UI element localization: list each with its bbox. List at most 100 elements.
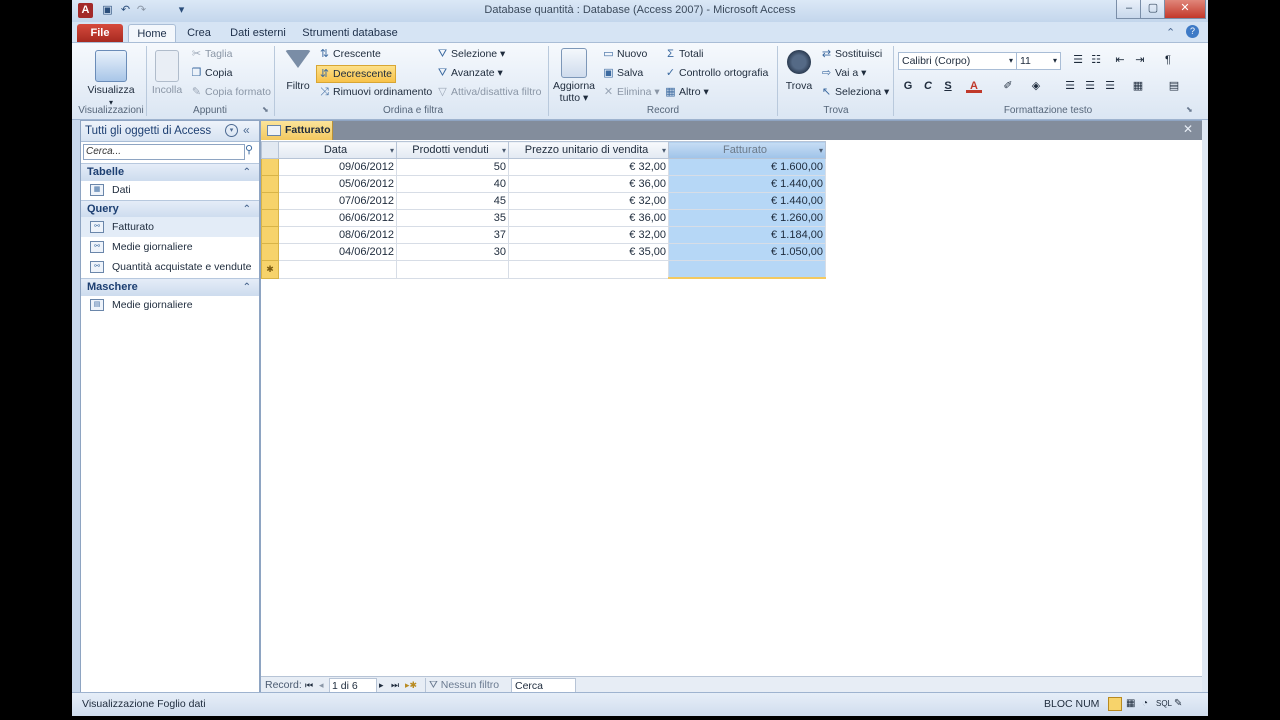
spelling-button[interactable]: ✓ Controllo ortografia — [664, 65, 768, 81]
close-document-icon[interactable]: ✕ — [1183, 122, 1193, 136]
numbered-list-icon[interactable]: ☷ — [1088, 52, 1104, 68]
increase-indent-icon[interactable]: ⇥ — [1132, 52, 1148, 68]
column-menu-icon[interactable]: ▾ — [390, 146, 394, 155]
cell-data[interactable]: 06/06/2012 — [278, 209, 397, 227]
delete-record-button[interactable]: ✕ Elimina ▾ — [602, 84, 660, 100]
cell-data[interactable]: 07/06/2012 — [278, 192, 397, 210]
advanced-button[interactable]: ⛛ Avanzate ▾ — [436, 65, 503, 81]
table-row[interactable]: 04/06/2012 30 € 35,00 € 1.050,00 — [261, 243, 826, 261]
view-button[interactable]: Visualizza ▾ — [82, 50, 140, 109]
refresh-all-button[interactable]: Aggiorna tutto ▾ — [552, 48, 596, 104]
new-record-button[interactable]: ▭ Nuovo — [602, 46, 647, 62]
nav-group-queries[interactable]: Query ⌃ — [81, 200, 259, 218]
cell-prodotti[interactable]: 50 — [396, 158, 509, 176]
paste-button[interactable]: Incolla — [150, 50, 184, 96]
save-record-button[interactable]: ▣ Salva — [602, 65, 643, 81]
table-row[interactable]: 07/06/2012 45 € 32,00 € 1.440,00 — [261, 192, 826, 210]
cell-fatturato[interactable]: € 1.184,00 — [668, 226, 826, 244]
column-menu-icon[interactable]: ▾ — [502, 146, 506, 155]
cell-fatturato[interactable]: € 1.600,00 — [668, 158, 826, 176]
tab-fatturato[interactable]: Fatturato — [261, 121, 333, 140]
nav-item-dati[interactable]: ▦ Dati — [81, 180, 259, 200]
more-button[interactable]: ▦ Altro ▾ — [664, 84, 709, 100]
nav-search-input[interactable]: Cerca... — [83, 144, 245, 160]
nav-group-forms[interactable]: Maschere ⌃ — [81, 278, 259, 296]
column-header-prezzo[interactable]: Prezzo unitario di vendita ▾ — [508, 141, 669, 159]
gridlines-icon[interactable]: ▦ — [1130, 78, 1146, 94]
filter-button[interactable]: Filtro — [280, 50, 316, 92]
next-record-icon[interactable]: ▸ — [379, 677, 384, 693]
clipboard-launcher-icon[interactable]: ⬊ — [262, 105, 269, 114]
datasheet[interactable]: Data ▾ Prodotti venduti ▾ Prezzo unitario … — [261, 141, 826, 279]
cell-prodotti[interactable] — [396, 260, 509, 279]
align-right-icon[interactable]: ☰ — [1102, 78, 1118, 94]
copy-button[interactable]: ❐ Copia — [190, 65, 233, 81]
text-format-launcher-icon[interactable]: ⬊ — [1186, 105, 1193, 114]
row-selector[interactable] — [261, 175, 279, 193]
select-all-cell[interactable] — [261, 141, 279, 159]
cell-prodotti[interactable]: 45 — [396, 192, 509, 210]
table-row[interactable]: 09/06/2012 50 € 32,00 € 1.600,00 — [261, 158, 826, 176]
cut-button[interactable]: ✂ Taglia — [190, 46, 233, 62]
new-record-icon[interactable]: ▸✱ — [405, 677, 417, 693]
underline-button[interactable]: S — [940, 78, 956, 94]
cell-prezzo[interactable] — [508, 260, 669, 279]
pivot-table-icon[interactable]: ▦ — [1126, 694, 1135, 714]
tab-file[interactable]: File — [77, 24, 123, 42]
help-icon[interactable]: ? — [1186, 25, 1199, 38]
italic-button[interactable]: C — [920, 78, 936, 94]
sql-view-icon[interactable]: SQL — [1156, 694, 1172, 714]
minimize-button[interactable]: – — [1116, 0, 1142, 19]
cell-data[interactable]: 09/06/2012 — [278, 158, 397, 176]
align-left-icon[interactable]: ☰ — [1062, 78, 1078, 94]
font-family-select[interactable]: Calibri (Corpo) ▾ — [898, 52, 1017, 70]
cell-fatturato[interactable]: € 1.260,00 — [668, 209, 826, 227]
nav-item-medie-giornaliere[interactable]: ⚯ Medie giornaliere — [81, 237, 259, 257]
sort-descending-button[interactable]: ⇵ Decrescente — [316, 65, 396, 83]
collapse-pane-icon[interactable]: « — [243, 123, 250, 137]
tab-dati-esterni[interactable]: Dati esterni — [224, 24, 292, 42]
last-record-icon[interactable]: ⏭ — [391, 677, 399, 693]
cell-prezzo[interactable]: € 32,00 — [508, 158, 669, 176]
column-menu-icon[interactable]: ▾ — [819, 146, 823, 155]
search-icon[interactable]: ⚲ — [245, 143, 253, 156]
nav-item-quantita[interactable]: ⚯ Quantità acquistate e vendute — [81, 257, 259, 277]
cell-data[interactable]: 08/06/2012 — [278, 226, 397, 244]
column-header-data[interactable]: Data ▾ — [278, 141, 397, 159]
cell-fatturato[interactable] — [668, 260, 826, 279]
cell-data[interactable]: 04/06/2012 — [278, 243, 397, 261]
maximize-button[interactable]: ▢ — [1140, 0, 1166, 19]
find-button[interactable]: Trova — [782, 50, 816, 92]
goto-button[interactable]: ⇨ Vai a ▾ — [820, 65, 866, 81]
table-row[interactable]: 06/06/2012 35 € 36,00 € 1.260,00 — [261, 209, 826, 227]
sort-ascending-button[interactable]: ⇅ Crescente — [318, 46, 381, 62]
pivot-chart-icon[interactable]: ◔ — [1142, 694, 1148, 714]
align-center-icon[interactable]: ☰ — [1082, 78, 1098, 94]
bold-button[interactable]: G — [900, 78, 916, 94]
nav-group-tables[interactable]: Tabelle ⌃ — [81, 163, 259, 181]
cell-prodotti[interactable]: 30 — [396, 243, 509, 261]
cell-data[interactable] — [278, 260, 397, 279]
new-record-row[interactable]: ✱ — [261, 260, 826, 279]
paragraph-direction-icon[interactable]: ¶ — [1160, 52, 1176, 68]
remove-sort-button[interactable]: ⤨ Rimuovi ordinamento — [318, 84, 432, 100]
cell-prezzo[interactable]: € 35,00 — [508, 243, 669, 261]
nav-menu-icon[interactable]: ▾ — [225, 124, 238, 137]
bullet-list-icon[interactable]: ☰ — [1070, 52, 1086, 68]
no-filter-button[interactable]: ⛛ Nessun filtro — [429, 677, 499, 693]
datasheet-view-icon[interactable] — [1108, 697, 1122, 711]
select-button[interactable]: ↖ Seleziona ▾ — [820, 84, 889, 100]
cell-fatturato[interactable]: € 1.440,00 — [668, 192, 826, 210]
nav-item-form-medie[interactable]: ▤ Medie giornaliere — [81, 295, 259, 315]
alternate-row-color-icon[interactable]: ▤ — [1166, 78, 1182, 94]
cell-prezzo[interactable]: € 32,00 — [508, 226, 669, 244]
toggle-filter-button[interactable]: ▽ Attiva/disattiva filtro — [436, 84, 541, 100]
fill-color-icon[interactable]: ◈ — [1028, 78, 1044, 94]
cell-prezzo[interactable]: € 36,00 — [508, 175, 669, 193]
table-row[interactable]: 05/06/2012 40 € 36,00 € 1.440,00 — [261, 175, 826, 193]
column-header-prodotti[interactable]: Prodotti venduti ▾ — [396, 141, 509, 159]
row-selector[interactable] — [261, 209, 279, 227]
tab-crea[interactable]: Crea — [180, 24, 218, 42]
tab-home[interactable]: Home — [128, 24, 176, 43]
vertical-scrollbar[interactable] — [1202, 120, 1208, 692]
